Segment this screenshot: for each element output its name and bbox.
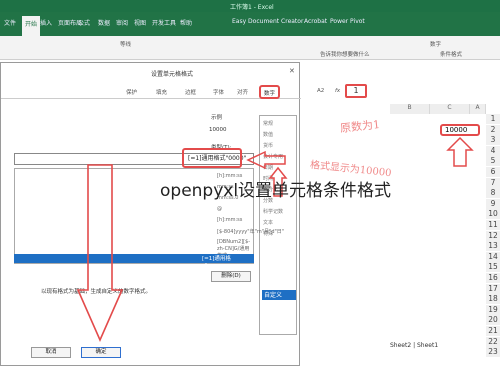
up-arrow [446,136,474,167]
down-arrow [76,164,124,342]
overlay-title: openpyxl设置单元格条件格式 [160,181,392,201]
left-arrow [246,150,286,170]
